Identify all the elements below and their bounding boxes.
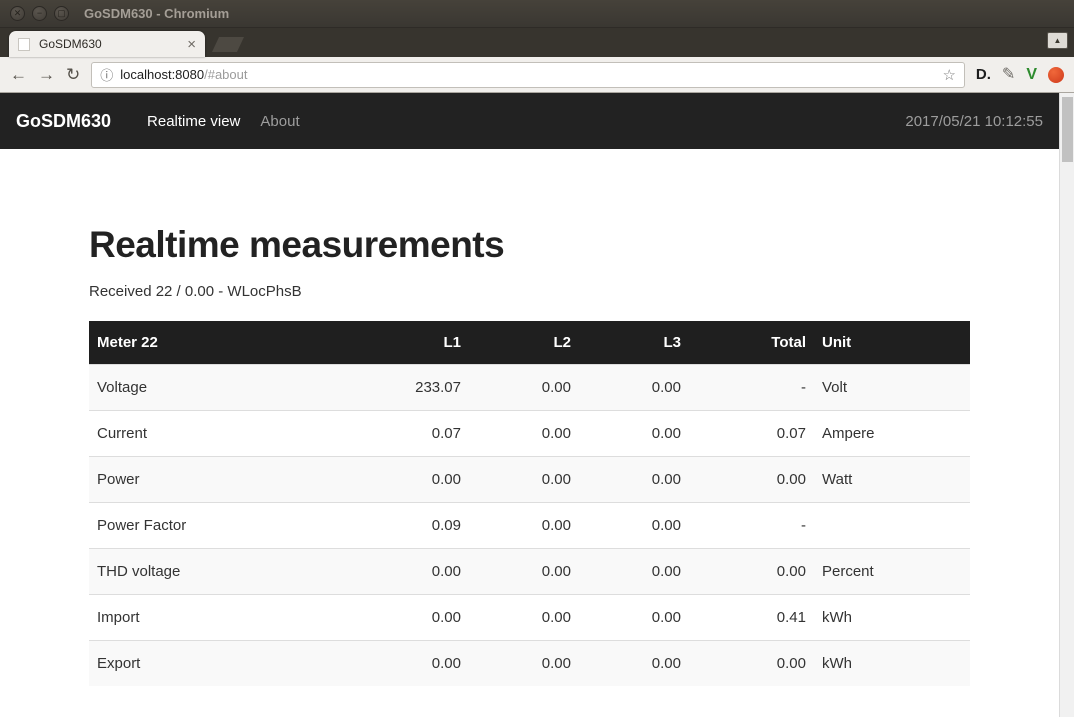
tab-strip: GoSDM630 × ▲: [0, 28, 1074, 57]
back-button[interactable]: ←: [10, 66, 27, 83]
value-cell: 0.00: [359, 640, 469, 686]
app-navbar: GoSDM630 Realtime view About 2017/05/21 …: [0, 93, 1059, 149]
tab-close-icon[interactable]: ×: [187, 37, 196, 52]
unit-cell: kWh: [814, 640, 970, 686]
column-header: Unit: [814, 321, 970, 365]
page-title: Realtime measurements: [89, 224, 505, 265]
content-container: Realtime measurements Received 22 / 0.00…: [89, 224, 970, 686]
value-cell: 0.00: [579, 640, 689, 686]
close-icon: ✕: [13, 8, 22, 18]
bookmark-star-icon[interactable]: ☆: [942, 66, 955, 84]
browser-viewport: GoSDM630 Realtime view About 2017/05/21 …: [0, 93, 1074, 717]
column-header: L2: [469, 321, 579, 365]
value-cell: -: [689, 502, 814, 549]
value-cell: 0.00: [579, 594, 689, 641]
browser-toolbar: ← → ↻ ⓘ localhost:8080 /#about ☆ D. ✎ V: [0, 57, 1074, 93]
window-title: GoSDM630 - Chromium: [84, 6, 230, 21]
new-tab-button[interactable]: [212, 37, 244, 52]
value-cell: 0.07: [689, 410, 814, 457]
value-cell: 0.00: [689, 640, 814, 686]
value-cell: 0.00: [469, 364, 579, 411]
value-cell: 0.00: [469, 502, 579, 549]
minimize-icon: −: [36, 8, 43, 18]
value-cell: -: [689, 364, 814, 411]
value-cell: 0.00: [469, 456, 579, 503]
column-header: L3: [579, 321, 689, 365]
page-scrollbar[interactable]: [1059, 93, 1074, 717]
measurements-table: Meter 22 L1 L2 L3 Total Unit Voltage 233.07 0.0…: [89, 321, 970, 686]
column-header: L1: [359, 321, 469, 365]
navbar-timestamp: 2017/05/21 10:12:55: [905, 112, 1043, 130]
value-cell: 0.00: [359, 548, 469, 595]
value-cell: 0.00: [579, 410, 689, 457]
window-minimize-button[interactable]: −: [32, 6, 47, 21]
metric-label: Power Factor: [89, 502, 359, 549]
window-maximize-button[interactable]: ▢: [54, 6, 69, 21]
table-body: Voltage 233.07 0.00 0.00- Volt Current 0.07 0.0…: [89, 364, 970, 686]
window-close-button[interactable]: ✕: [10, 6, 25, 21]
table-row: Import 0.00 0.00 0.00 0.41 kWh: [89, 594, 970, 641]
value-cell: 0.00: [689, 548, 814, 595]
page-info-icon[interactable]: ⓘ: [100, 65, 113, 84]
value-cell: 233.07: [359, 364, 469, 411]
value-cell: 0.41: [689, 594, 814, 641]
value-cell: 0.00: [359, 594, 469, 641]
column-header: Total: [689, 321, 814, 365]
reload-button[interactable]: ↻: [66, 66, 80, 83]
value-cell: 0.00: [579, 502, 689, 549]
unit-cell: [814, 502, 970, 549]
window-titlebar: ✕ − ▢ GoSDM630 - Chromium: [0, 0, 1074, 28]
table-row: THD voltage 0.00 0.00 0.00 0.00 Percent: [89, 548, 970, 595]
forward-button[interactable]: →: [38, 66, 55, 83]
extension-v-icon[interactable]: V: [1026, 66, 1037, 83]
value-cell: 0.00: [469, 640, 579, 686]
browser-menu-update-icon[interactable]: [1048, 66, 1064, 83]
value-cell: 0.09: [359, 502, 469, 549]
extension-d-icon[interactable]: D.: [976, 67, 991, 82]
value-cell: 0.07: [359, 410, 469, 457]
favicon-icon: [18, 37, 30, 51]
value-cell: 0.00: [689, 456, 814, 503]
address-bar[interactable]: ⓘ localhost:8080 /#about ☆: [91, 61, 965, 88]
url-host: localhost:8080: [120, 67, 205, 82]
url-path: /#about: [204, 67, 248, 82]
status-line: Received 22 / 0.00 - WLocPhsB: [89, 283, 302, 300]
metric-label: Power: [89, 456, 359, 503]
table-row: Export 0.00 0.00 0.00 0.00 kWh: [89, 640, 970, 686]
nav-item-realtime-view[interactable]: Realtime view: [137, 113, 250, 130]
window-restore-button[interactable]: ▲: [1047, 32, 1068, 49]
browser-tab[interactable]: GoSDM630 ×: [9, 31, 205, 57]
table-row: Power 0.00 0.00 0.00 0.00 Watt: [89, 456, 970, 503]
navbar-brand[interactable]: GoSDM630: [16, 111, 111, 132]
nav-item-about[interactable]: About: [250, 113, 309, 130]
metric-label: Current: [89, 410, 359, 457]
metric-label: Voltage: [89, 364, 359, 411]
value-cell: 0.00: [469, 594, 579, 641]
unit-cell: kWh: [814, 594, 970, 641]
table-header-row: Meter 22 L1 L2 L3 Total Unit: [89, 321, 970, 365]
unit-cell: Watt: [814, 456, 970, 503]
table-row: Power Factor 0.09 0.00 0.00-: [89, 502, 970, 549]
scrollbar-thumb[interactable]: [1062, 97, 1073, 162]
extension-feather-icon[interactable]: ✎: [1002, 66, 1015, 83]
value-cell: 0.00: [579, 548, 689, 595]
maximize-icon: ▢: [57, 8, 66, 18]
value-cell: 0.00: [359, 456, 469, 503]
metric-label: Import: [89, 594, 359, 641]
restore-icon: ▲: [1053, 36, 1062, 45]
column-header: Meter 22: [89, 321, 359, 365]
table-row: Current 0.07 0.00 0.00 0.07 Ampere: [89, 410, 970, 457]
tab-title: GoSDM630: [39, 37, 102, 51]
value-cell: 0.00: [469, 548, 579, 595]
metric-label: Export: [89, 640, 359, 686]
page-content: GoSDM630 Realtime view About 2017/05/21 …: [0, 93, 1059, 717]
unit-cell: Percent: [814, 548, 970, 595]
unit-cell: Volt: [814, 364, 970, 411]
table-row: Voltage 233.07 0.00 0.00- Volt: [89, 364, 970, 411]
value-cell: 0.00: [469, 410, 579, 457]
unit-cell: Ampere: [814, 410, 970, 457]
value-cell: 0.00: [579, 456, 689, 503]
value-cell: 0.00: [579, 364, 689, 411]
metric-label: THD voltage: [89, 548, 359, 595]
